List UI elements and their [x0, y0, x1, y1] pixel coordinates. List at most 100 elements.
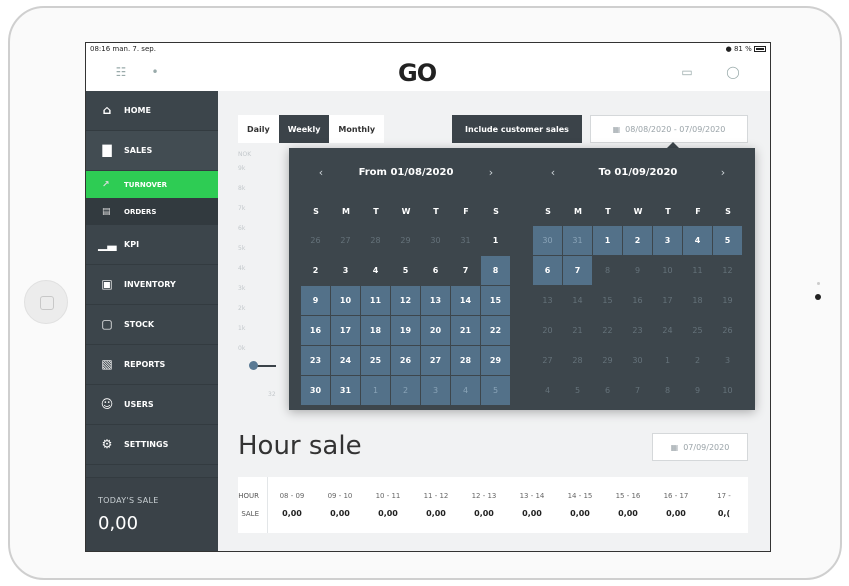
calendar-day[interactable]: 19 [713, 286, 743, 316]
calendar-day[interactable]: 9 [683, 376, 713, 406]
calendar-day[interactable]: 25 [361, 346, 391, 376]
calendar-day[interactable]: 29 [481, 346, 511, 376]
home-hardware-button[interactable] [24, 280, 68, 324]
calendar-day[interactable]: 5 [713, 226, 743, 256]
calendar-day[interactable]: 16 [623, 286, 653, 316]
calendar-day[interactable]: 19 [391, 316, 421, 346]
calendar-day[interactable]: 9 [623, 256, 653, 286]
calendar-day[interactable]: 11 [361, 286, 391, 316]
calendar-day[interactable]: 13 [421, 286, 451, 316]
calendar-day[interactable]: 11 [683, 256, 713, 286]
calendar-day[interactable]: 5 [391, 256, 421, 286]
calendar-day[interactable]: 30 [421, 226, 451, 256]
calendar-day[interactable]: 31 [331, 376, 361, 406]
grid-icon[interactable]: ☷ [112, 65, 130, 81]
calendar-day[interactable]: 15 [481, 286, 511, 316]
calendar-day[interactable]: 3 [331, 256, 361, 286]
calendar-day[interactable]: 8 [593, 256, 623, 286]
calendar-day[interactable]: 25 [683, 316, 713, 346]
calendar-day[interactable]: 12 [713, 256, 743, 286]
calendar-day[interactable]: 26 [713, 316, 743, 346]
calendar-day[interactable]: 2 [683, 346, 713, 376]
calendar-day[interactable]: 18 [683, 286, 713, 316]
calendar-day[interactable]: 3 [421, 376, 451, 406]
calendar-day[interactable]: 14 [451, 286, 481, 316]
calendar-day[interactable]: 20 [421, 316, 451, 346]
calendar-day[interactable]: 17 [653, 286, 683, 316]
calendar-day[interactable]: 22 [593, 316, 623, 346]
calendar-day[interactable]: 12 [391, 286, 421, 316]
calendar-day[interactable]: 1 [653, 346, 683, 376]
calendar-day[interactable]: 7 [451, 256, 481, 286]
calendar-day[interactable]: 22 [481, 316, 511, 346]
calendar-day[interactable]: 6 [421, 256, 451, 286]
date-range-picker[interactable]: ▦ 08/08/2020 - 07/09/2020 [590, 115, 748, 143]
calendar-day[interactable]: 2 [301, 256, 331, 286]
calendar-day[interactable]: 17 [331, 316, 361, 346]
calendar-day[interactable]: 10 [653, 256, 683, 286]
calendar-day[interactable]: 26 [391, 346, 421, 376]
calendar-day[interactable]: 10 [713, 376, 743, 406]
hour-sale-date-picker[interactable]: ▦ 07/09/2020 [652, 433, 748, 461]
calendar-day[interactable]: 29 [593, 346, 623, 376]
calendar-day[interactable]: 31 [563, 226, 593, 256]
calendar-day[interactable]: 3 [713, 346, 743, 376]
calendar-day[interactable]: 18 [361, 316, 391, 346]
prev-month-icon[interactable]: ‹ [309, 166, 333, 179]
calendar-day[interactable]: 4 [361, 256, 391, 286]
calendar-day[interactable]: 20 [533, 316, 563, 346]
sidebar-item-inventory[interactable]: ▣ INVENTORY [86, 265, 218, 305]
sidebar-subitem-turnover[interactable]: ↗ TURNOVER [86, 171, 218, 198]
calendar-day[interactable]: 15 [593, 286, 623, 316]
calendar-day[interactable]: 10 [331, 286, 361, 316]
sidebar-item-kpi[interactable]: ▁▃ KPI [86, 225, 218, 265]
tab-monthly[interactable]: Monthly [329, 115, 385, 143]
tab-weekly[interactable]: Weekly [278, 115, 330, 143]
include-customer-sales-button[interactable]: Include customer sales [452, 115, 582, 143]
calendar-day[interactable]: 1 [593, 226, 623, 256]
calendar-day[interactable]: 16 [301, 316, 331, 346]
calendar-day[interactable]: 28 [361, 226, 391, 256]
calendar-day[interactable]: 27 [421, 346, 451, 376]
calendar-day[interactable]: 28 [451, 346, 481, 376]
register-icon[interactable]: ▭ [678, 65, 696, 81]
calendar-day[interactable]: 5 [563, 376, 593, 406]
calendar-day[interactable]: 30 [301, 376, 331, 406]
prev-month-icon[interactable]: ‹ [541, 166, 565, 179]
next-month-icon[interactable]: › [711, 166, 735, 179]
calendar-day[interactable]: 31 [451, 226, 481, 256]
calendar-day[interactable]: 30 [623, 346, 653, 376]
calendar-day[interactable]: 4 [683, 226, 713, 256]
calendar-day[interactable]: 28 [563, 346, 593, 376]
calendar-day[interactable]: 26 [301, 226, 331, 256]
calendar-day[interactable]: 4 [533, 376, 563, 406]
calendar-day[interactable]: 6 [593, 376, 623, 406]
next-month-icon[interactable]: › [479, 166, 503, 179]
calendar-day[interactable]: 2 [623, 226, 653, 256]
signal-icon[interactable]: • [146, 65, 164, 81]
profile-icon[interactable]: ◯ [724, 65, 742, 81]
sidebar-item-users[interactable]: ☺ USERS [86, 385, 218, 425]
calendar-day[interactable]: 6 [533, 256, 563, 286]
sidebar-item-reports[interactable]: ▧ REPORTS [86, 345, 218, 385]
calendar-day[interactable]: 29 [391, 226, 421, 256]
calendar-day[interactable]: 7 [623, 376, 653, 406]
calendar-day[interactable]: 24 [653, 316, 683, 346]
calendar-day[interactable]: 30 [533, 226, 563, 256]
calendar-day[interactable]: 21 [451, 316, 481, 346]
sidebar-subitem-orders[interactable]: ▤ ORDERS [86, 198, 218, 225]
calendar-day[interactable]: 27 [533, 346, 563, 376]
calendar-day[interactable]: 1 [481, 226, 511, 256]
calendar-day[interactable]: 8 [653, 376, 683, 406]
sidebar-item-home[interactable]: ⌂ HOME [86, 91, 218, 131]
calendar-day[interactable]: 8 [481, 256, 511, 286]
calendar-day[interactable]: 9 [301, 286, 331, 316]
chart-point[interactable] [249, 361, 258, 370]
calendar-day[interactable]: 7 [563, 256, 593, 286]
calendar-day[interactable]: 2 [391, 376, 421, 406]
calendar-day[interactable]: 23 [623, 316, 653, 346]
calendar-day[interactable]: 5 [481, 376, 511, 406]
sidebar-item-settings[interactable]: ⚙ SETTINGS [86, 425, 218, 465]
calendar-day[interactable]: 23 [301, 346, 331, 376]
calendar-day[interactable]: 24 [331, 346, 361, 376]
